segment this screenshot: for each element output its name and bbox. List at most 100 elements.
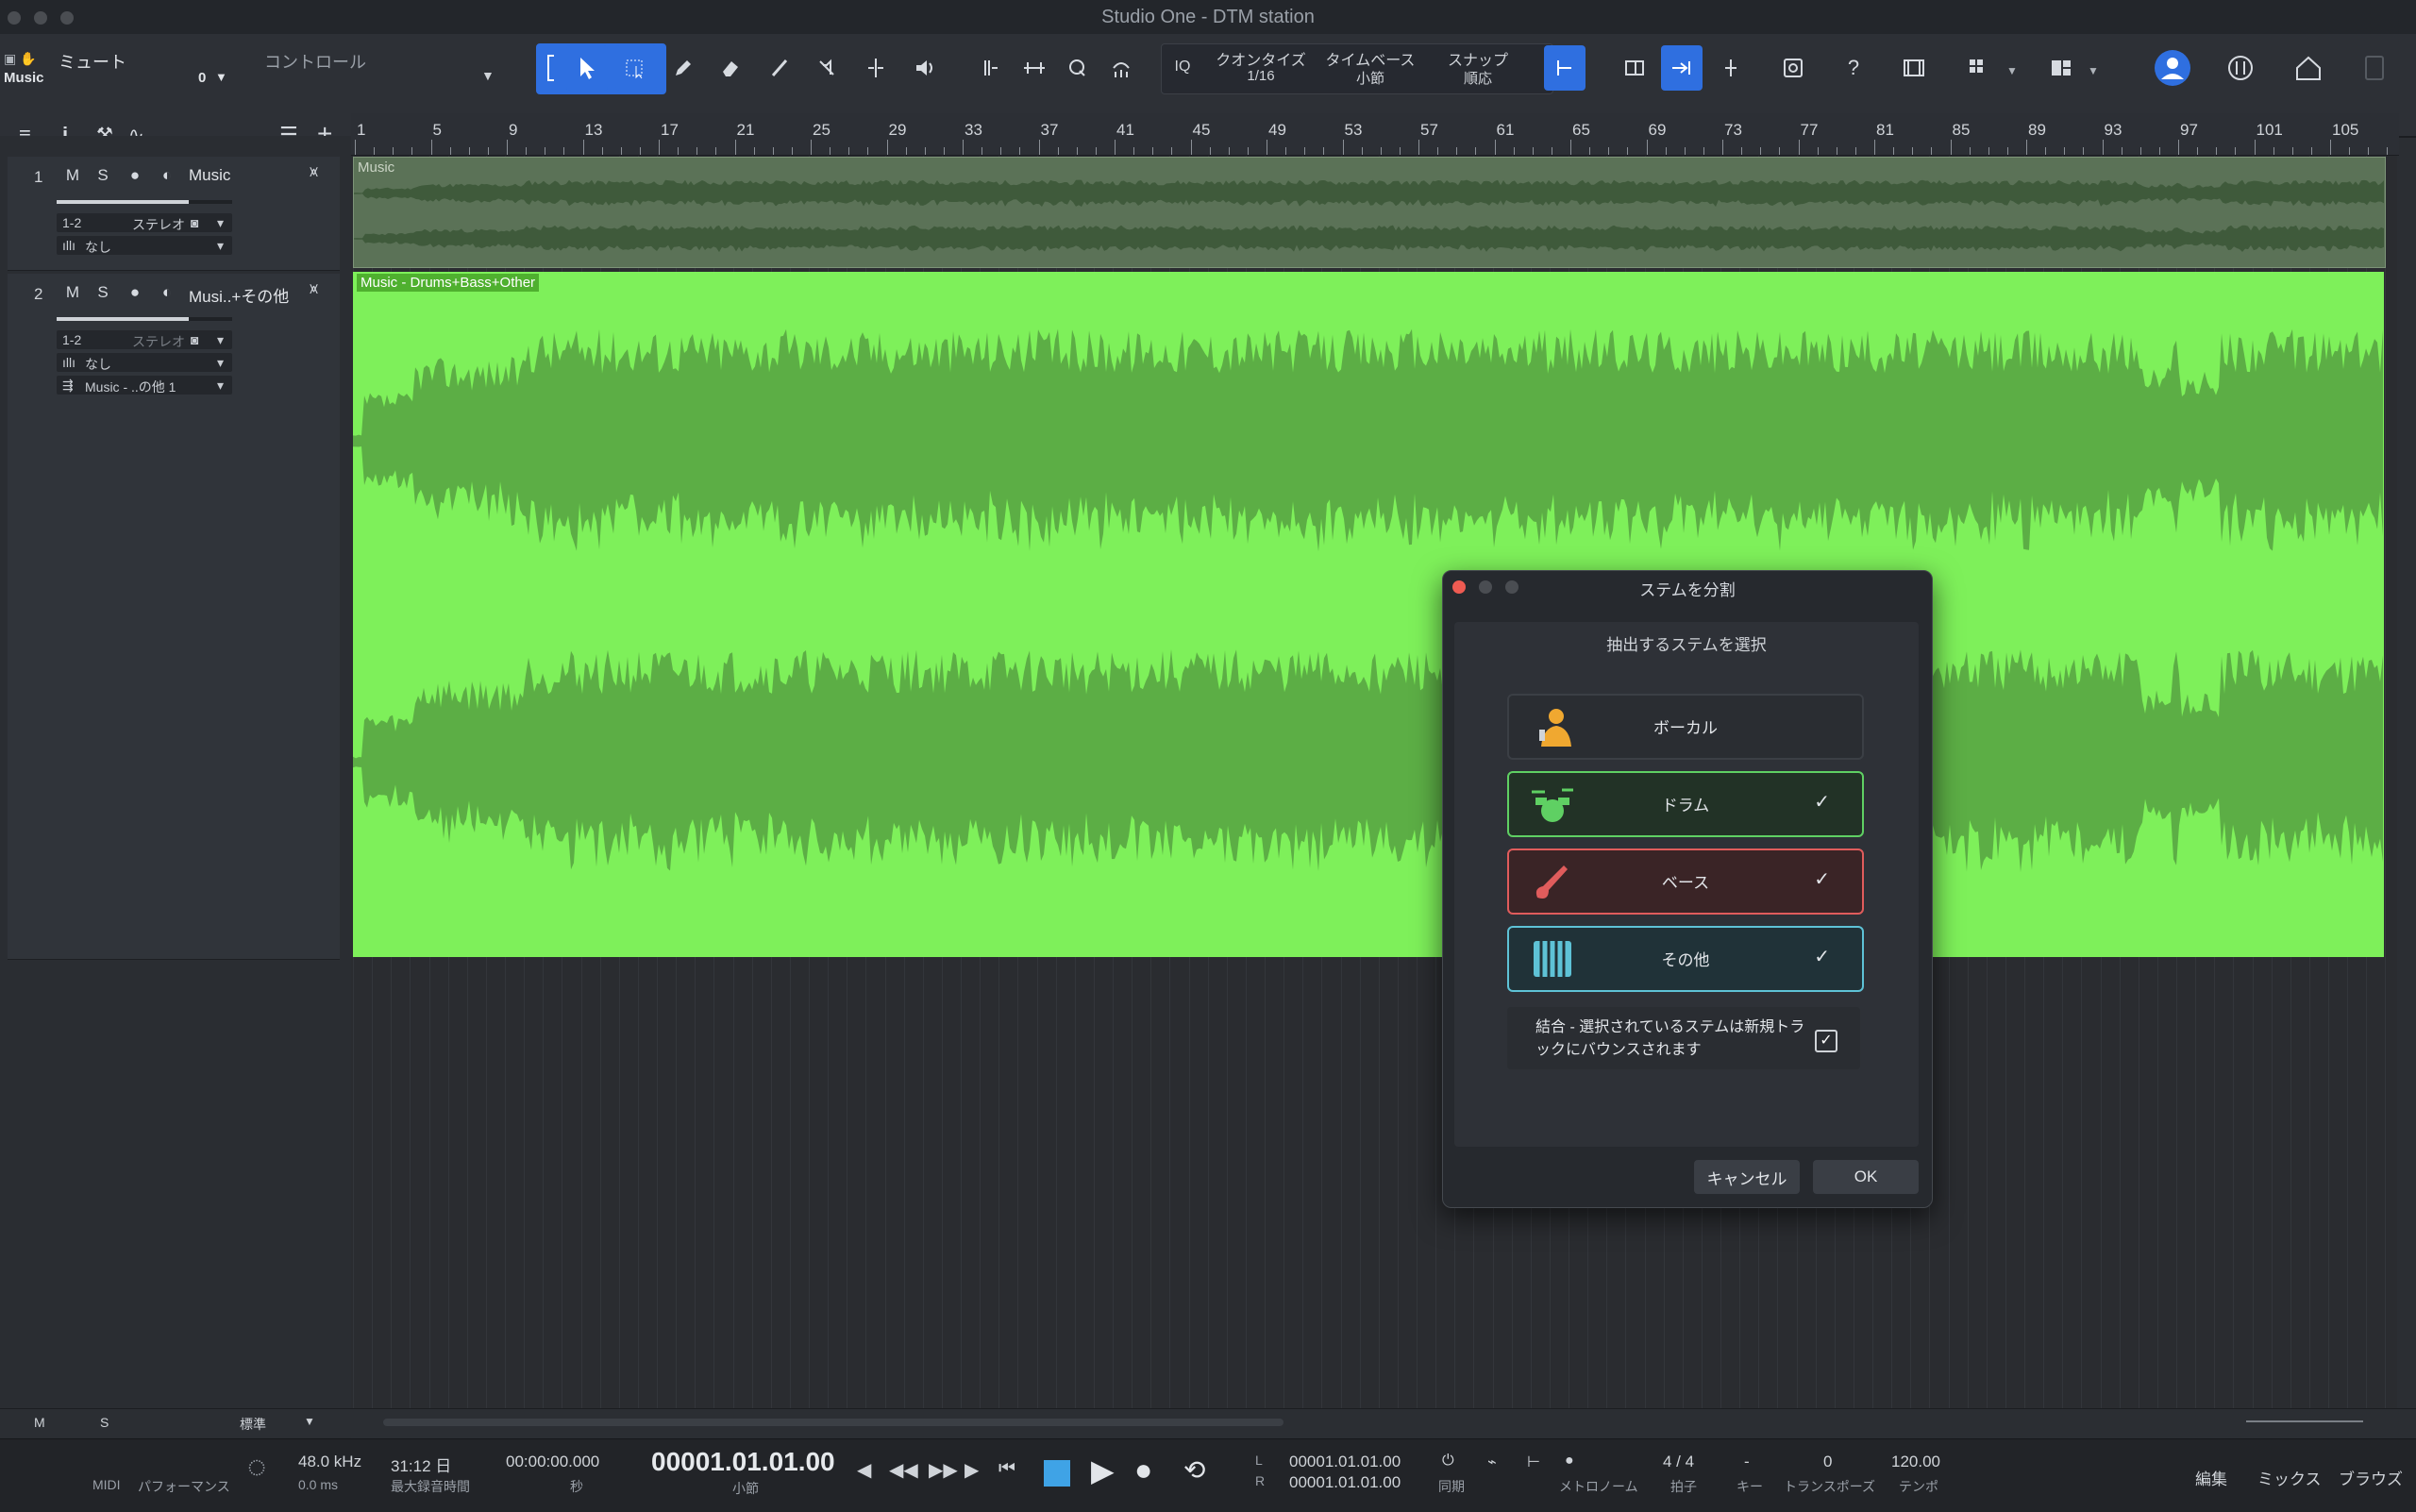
cancel-button[interactable]: キャンセル xyxy=(1694,1160,1800,1194)
dropdown-icon[interactable]: ▾ xyxy=(217,238,224,254)
time-signature[interactable]: 4 / 4 xyxy=(1663,1453,1694,1471)
preset-label[interactable]: 標準 xyxy=(240,1415,266,1434)
seconds-display[interactable]: 00:00:00.000 xyxy=(506,1453,599,1471)
track-value-dropdown-icon[interactable]: ▼ xyxy=(215,70,227,84)
eraser-tool[interactable] xyxy=(710,45,751,91)
play-button[interactable]: ▶ xyxy=(1091,1453,1115,1488)
send-row[interactable]: ıllı なし ▾ xyxy=(57,353,232,372)
seconds-unit[interactable]: 秒 xyxy=(570,1477,583,1496)
control-dropdown-icon[interactable]: ▼ xyxy=(481,68,495,83)
track-header-2[interactable]: 2 M S ● ◐ Musi..+その他 ⩙ 1-2 ステレオ ◙ ▾ ıllı… xyxy=(8,274,340,960)
monitor-icon[interactable]: ◐ xyxy=(155,281,179,304)
return-zero-icon[interactable]: ⏮ xyxy=(998,1458,1015,1480)
mute-tool-icons[interactable]: ▣ ✋ xyxy=(4,51,37,67)
performance-icon[interactable]: ◌ xyxy=(247,1449,266,1486)
snap-toggle-icon[interactable] xyxy=(1544,45,1586,91)
timestretch-tool[interactable] xyxy=(1014,45,1055,91)
mute-button[interactable]: M xyxy=(60,281,85,304)
mute-tool[interactable] xyxy=(806,45,847,91)
bottom-mute[interactable]: M xyxy=(34,1415,45,1430)
grid-icon[interactable] xyxy=(1957,45,1999,91)
stem-other[interactable]: その他 ✓ xyxy=(1507,926,1864,992)
waveform-icon[interactable]: ⩙ xyxy=(310,164,318,181)
grid-dropdown-icon[interactable]: ▼ xyxy=(2006,64,2018,77)
layout-dropdown-icon[interactable]: ▼ xyxy=(2088,64,2099,77)
key-value[interactable]: - xyxy=(1744,1453,1750,1471)
io-row[interactable]: 1-2 ステレオ ◙ ▾ xyxy=(57,213,232,232)
split-tool[interactable] xyxy=(855,45,897,91)
toggle-icon[interactable]: ◙ xyxy=(191,215,198,230)
preset-dropdown-icon[interactable]: ▼ xyxy=(304,1415,315,1428)
stop-button[interactable] xyxy=(1044,1460,1070,1487)
timeline-ruler[interactable]: 1 5 9 13 17 21 25 29 33 37 41 45 49 53 57 61 65 69 73 77 81 8… xyxy=(351,113,2399,156)
listen-tool[interactable] xyxy=(904,45,946,91)
dropdown-icon[interactable]: ▾ xyxy=(217,378,224,394)
dropdown-icon[interactable]: ▾ xyxy=(217,215,224,231)
track-name[interactable]: Music xyxy=(189,166,230,185)
stem-drums[interactable]: ドラム ✓ xyxy=(1507,771,1864,837)
waveform-icon[interactable]: ⩙ xyxy=(310,281,318,298)
route-row[interactable]: ⇶ Music - ..の他 1 ▾ xyxy=(57,376,232,395)
dropdown-icon[interactable]: ▾ xyxy=(217,355,224,371)
position-unit[interactable]: 小節 xyxy=(732,1479,759,1498)
audio-clip-music[interactable]: Music xyxy=(353,157,2386,268)
prev-marker-icon[interactable]: ◀ xyxy=(857,1458,871,1482)
metronome-click-icon[interactable]: ● xyxy=(1565,1453,1574,1470)
help-button[interactable]: ? xyxy=(1833,45,1874,91)
timebase-value[interactable]: 小節 xyxy=(1314,68,1427,88)
follow-icon[interactable] xyxy=(1614,45,1655,91)
groove-tool[interactable] xyxy=(1100,45,1142,91)
iq-label[interactable]: IQ xyxy=(1168,59,1197,76)
record-button[interactable]: ● xyxy=(1134,1453,1152,1487)
right-locator[interactable]: 00001.01.01.00 xyxy=(1289,1473,1401,1492)
layout-icon[interactable] xyxy=(2040,45,2082,91)
monitor-icon[interactable]: ◐ xyxy=(155,164,179,187)
precount-icon[interactable]: ⌁ xyxy=(1487,1453,1497,1471)
paint-tool[interactable] xyxy=(759,45,800,91)
volume-fader[interactable] xyxy=(57,317,232,321)
snapshot-icon[interactable] xyxy=(1772,45,1814,91)
mute-button[interactable]: M xyxy=(60,164,85,187)
combine-option[interactable]: 結合 - 選択されているステムは新規トラックにバウンスされます ✓ xyxy=(1507,1007,1860,1069)
browse-tab[interactable]: ブラウズ xyxy=(2339,1466,2403,1489)
audio-clip-stems[interactable]: Music - Drums+Bass+Other xyxy=(353,272,2384,957)
record-arm-icon[interactable]: ● xyxy=(123,164,147,187)
document-icon[interactable] xyxy=(2354,45,2395,91)
bottom-solo[interactable]: S xyxy=(100,1415,109,1430)
position-display[interactable]: 00001.01.01.00 xyxy=(651,1447,835,1477)
solo-button[interactable]: S xyxy=(91,281,115,304)
io-row[interactable]: 1-2 ステレオ ◙ ▾ xyxy=(57,330,232,349)
stem-bass[interactable]: ベース ✓ xyxy=(1507,848,1864,915)
stem-vocal[interactable]: ボーカル xyxy=(1507,694,1864,760)
fast-forward-icon[interactable]: ▶▶ xyxy=(929,1458,958,1482)
send-row[interactable]: ıllı なし ▾ xyxy=(57,236,232,255)
solo-button[interactable]: S xyxy=(91,164,115,187)
left-locator[interactable]: 00001.01.01.00 xyxy=(1289,1453,1401,1471)
transpose-value[interactable]: 0 xyxy=(1823,1453,1832,1471)
zoom-slider[interactable] xyxy=(2246,1420,2363,1422)
sync-icon[interactable] xyxy=(2220,45,2261,91)
track-name[interactable]: Musi..+その他 xyxy=(189,283,289,307)
record-arm-icon[interactable]: ● xyxy=(123,281,147,304)
user-avatar-icon[interactable] xyxy=(2152,45,2193,91)
ok-button[interactable]: OK xyxy=(1813,1160,1919,1194)
track-header-1[interactable]: 1 M S ● ◐ Music ⩙ 1-2 ステレオ ◙ ▾ ıllı なし ▾ xyxy=(8,157,340,271)
split-cursor-icon[interactable] xyxy=(1710,45,1752,91)
dropdown-icon[interactable]: ▾ xyxy=(217,332,224,348)
range-tool[interactable] xyxy=(615,45,657,91)
preroll-icon[interactable]: ⊢ xyxy=(1527,1453,1540,1471)
snap-value[interactable]: 順応 xyxy=(1421,68,1535,88)
quantize-value[interactable]: 1/16 xyxy=(1204,68,1317,84)
sync-icon[interactable]: ⏻ xyxy=(1442,1453,1454,1470)
toggle-icon[interactable]: ◙ xyxy=(191,332,198,347)
rewind-icon[interactable]: ◀◀ xyxy=(889,1458,918,1482)
home-icon[interactable] xyxy=(2288,45,2329,91)
horizontal-scrollbar[interactable] xyxy=(383,1419,1284,1426)
loop-icon[interactable]: ⟲ xyxy=(1183,1454,1205,1486)
next-marker-icon[interactable]: ▶ xyxy=(965,1458,979,1482)
mix-tab[interactable]: ミックス xyxy=(2257,1466,2322,1489)
pencil-tool[interactable] xyxy=(663,45,704,91)
quantize-q-icon[interactable] xyxy=(1057,45,1099,91)
volume-fader[interactable] xyxy=(57,200,232,204)
autoscroll-icon[interactable] xyxy=(1661,45,1703,91)
